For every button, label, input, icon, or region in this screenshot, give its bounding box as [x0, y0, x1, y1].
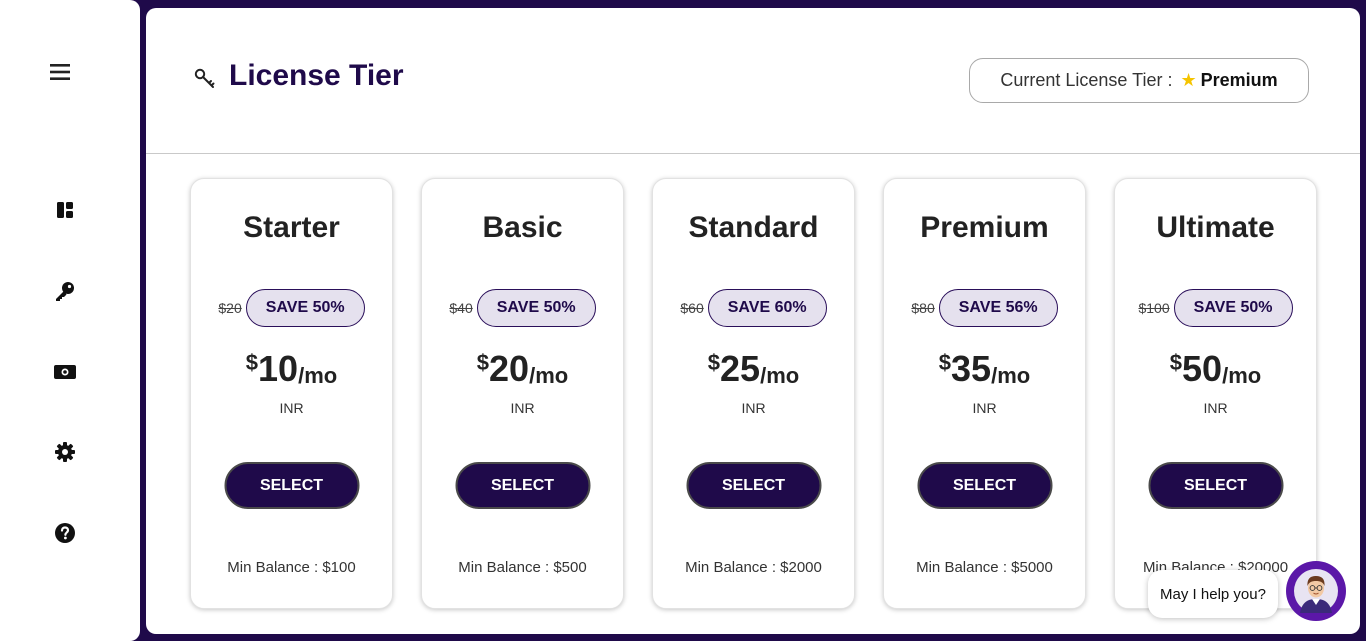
old-price: $40	[449, 300, 473, 316]
discount-row: $20 SAVE 50%	[191, 289, 392, 327]
sidebar	[0, 0, 140, 641]
currency-code: INR	[510, 400, 535, 416]
select-button[interactable]: SELECT	[917, 462, 1052, 509]
plan-card-ultimate: Ultimate $100 SAVE 50% $ 50 /mo INR SELE…	[1114, 178, 1317, 609]
price: $ 20 /mo	[422, 347, 623, 391]
chat-launcher-button[interactable]	[1286, 561, 1346, 621]
currency-code: INR	[972, 400, 997, 416]
discount-row: $100 SAVE 50%	[1115, 289, 1316, 327]
discount-row: $40 SAVE 50%	[422, 289, 623, 327]
price-amount: 25	[720, 348, 761, 389]
sidebar-item-license[interactable]	[0, 271, 135, 311]
sidebar-item-dashboard[interactable]	[0, 190, 135, 230]
currency-symbol: $	[245, 350, 259, 375]
price: $ 50 /mo	[1115, 347, 1316, 391]
price-amount: 50	[1182, 348, 1223, 389]
sidebar-item-billing[interactable]	[0, 352, 135, 392]
price-period: /mo	[529, 363, 569, 388]
discount-row: $80 SAVE 56%	[884, 289, 1085, 327]
price-period: /mo	[298, 363, 338, 388]
save-badge: SAVE 56%	[938, 289, 1058, 327]
plan-name: Starter	[243, 211, 340, 244]
select-button[interactable]: SELECT	[455, 462, 590, 509]
current-tier-label: Current License Tier :	[1000, 70, 1173, 90]
help-icon	[55, 523, 75, 543]
price-amount: 10	[258, 348, 299, 389]
money-icon	[54, 365, 76, 379]
min-balance: Min Balance : $2000	[685, 559, 822, 576]
save-badge: SAVE 60%	[707, 289, 827, 327]
min-balance: Min Balance : $100	[227, 559, 356, 576]
price-period: /mo	[991, 363, 1031, 388]
select-button[interactable]: SELECT	[686, 462, 821, 509]
old-price: $80	[911, 300, 935, 316]
price: $ 35 /mo	[884, 347, 1085, 391]
price: $ 25 /mo	[653, 347, 854, 391]
save-badge: SAVE 50%	[1173, 289, 1293, 327]
currency-symbol: $	[938, 350, 952, 375]
page-header: License Tier Current License Tier : ★ Pr…	[146, 8, 1360, 154]
plan-name: Premium	[920, 211, 1049, 244]
save-badge: SAVE 50%	[476, 289, 596, 327]
page-title: License Tier	[229, 59, 404, 92]
price-period: /mo	[760, 363, 800, 388]
plan-name: Standard	[688, 211, 819, 244]
sidebar-item-settings[interactable]	[0, 432, 135, 472]
currency-symbol: $	[1169, 350, 1183, 375]
currency-symbol: $	[707, 350, 721, 375]
currency-code: INR	[1203, 400, 1228, 416]
min-balance: Min Balance : $500	[458, 559, 587, 576]
current-tier-indicator: Current License Tier : ★ Premium	[969, 58, 1309, 103]
min-balance: Min Balance : $5000	[916, 559, 1053, 576]
plan-card-standard: Standard $60 SAVE 60% $ 25 /mo INR SELEC…	[652, 178, 855, 609]
old-price: $60	[680, 300, 704, 316]
old-price: $20	[218, 300, 242, 316]
key-icon	[194, 68, 215, 88]
price: $ 10 /mo	[191, 347, 392, 391]
gear-icon	[55, 442, 75, 462]
menu-toggle-button[interactable]	[0, 52, 130, 92]
plan-name: Ultimate	[1156, 211, 1275, 244]
plan-name: Basic	[482, 211, 563, 244]
select-button[interactable]: SELECT	[224, 462, 359, 509]
plan-card-starter: Starter $20 SAVE 50% $ 10 /mo INR SELECT…	[190, 178, 393, 609]
price-period: /mo	[1222, 363, 1262, 388]
currency-symbol: $	[476, 350, 490, 375]
select-button[interactable]: SELECT	[1148, 462, 1283, 509]
price-amount: 20	[489, 348, 530, 389]
chat-prompt-bubble[interactable]: May I help you?	[1148, 570, 1278, 618]
star-icon: ★	[1180, 70, 1197, 90]
plan-card-premium: Premium $80 SAVE 56% $ 35 /mo INR SELECT…	[883, 178, 1086, 609]
currency-code: INR	[741, 400, 766, 416]
main-panel: License Tier Current License Tier : ★ Pr…	[146, 8, 1360, 634]
plans-list: Starter $20 SAVE 50% $ 10 /mo INR SELECT…	[190, 178, 1317, 609]
currency-code: INR	[279, 400, 304, 416]
current-tier-value: Premium	[1200, 70, 1278, 90]
dashboard-icon	[57, 202, 73, 218]
plan-card-basic: Basic $40 SAVE 50% $ 20 /mo INR SELECT M…	[421, 178, 624, 609]
old-price: $100	[1138, 300, 1170, 316]
discount-row: $60 SAVE 60%	[653, 289, 854, 327]
assistant-avatar-icon	[1294, 569, 1338, 613]
sidebar-item-help[interactable]	[0, 513, 135, 553]
save-badge: SAVE 50%	[245, 289, 365, 327]
key-icon	[56, 282, 74, 301]
price-amount: 35	[951, 348, 992, 389]
hamburger-icon	[50, 64, 70, 80]
